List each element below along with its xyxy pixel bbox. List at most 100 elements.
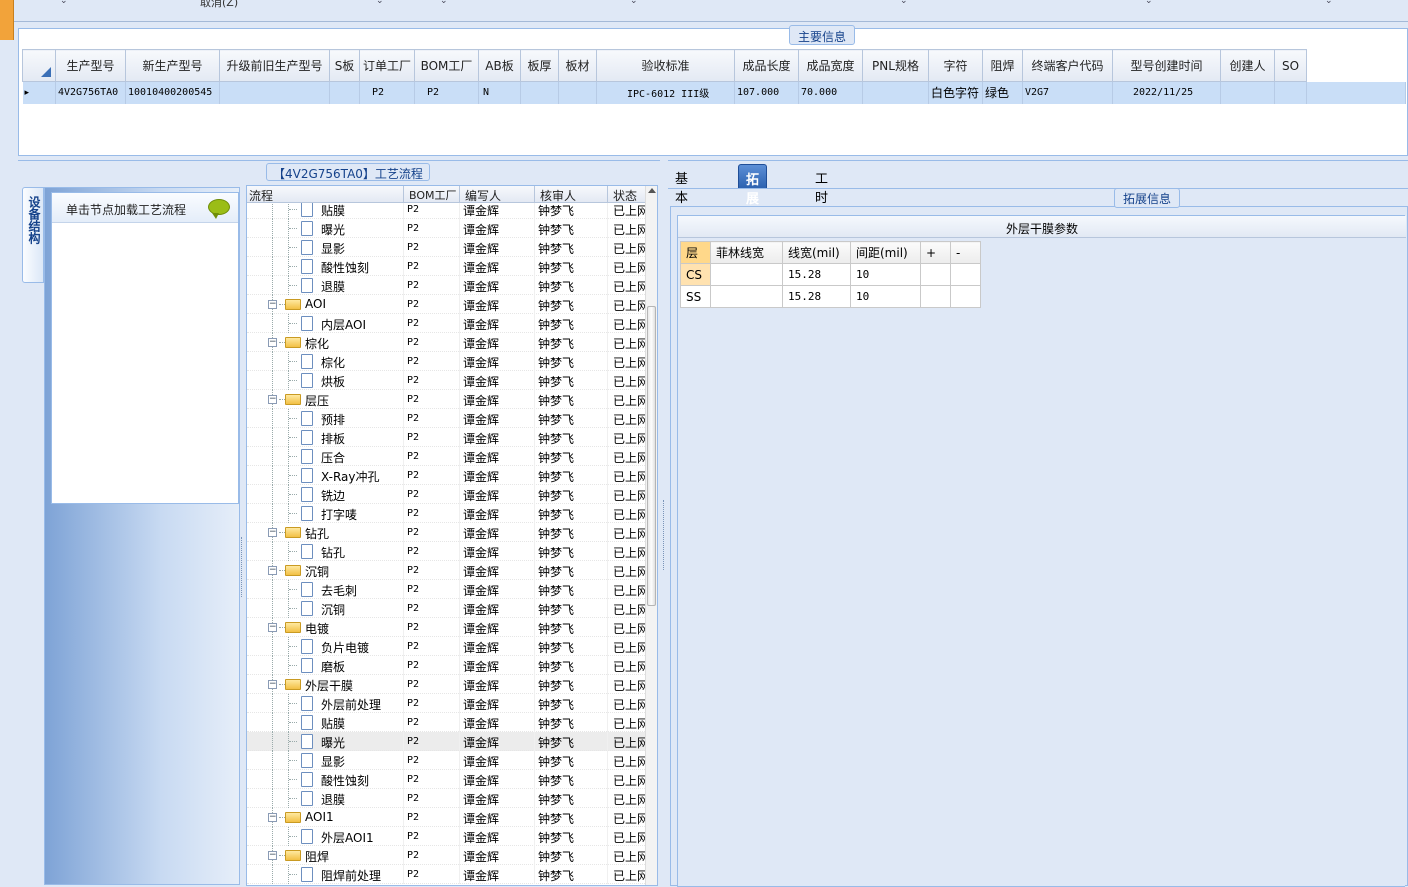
cell-bom-factory[interactable]: P2 (414, 81, 479, 104)
add-column-button[interactable]: + (920, 241, 951, 264)
col-bom-factory[interactable]: BOM工厂 (414, 49, 479, 82)
tree-row[interactable]: 显影 P2 谭金辉 钟梦飞 已上网 (247, 238, 647, 257)
cell-char[interactable]: 白色字符 (928, 81, 983, 104)
tree-row[interactable]: 烘板 P2 谭金辉 钟梦飞 已上网 (247, 371, 647, 390)
cell-pnl[interactable] (862, 81, 929, 104)
col-spacing[interactable]: 间距(mil) (850, 241, 921, 264)
tab-basic-info[interactable]: 基本信息 (668, 164, 695, 244)
cell-line-width[interactable]: 15.28 (782, 285, 851, 308)
tree-row[interactable]: 负片电镀 P2 谭金辉 钟梦飞 已上网 (247, 637, 647, 656)
col-writer[interactable]: 编写人 (465, 187, 501, 204)
collapse-toggle-icon[interactable]: − (268, 623, 277, 632)
cell-creator[interactable] (1220, 81, 1275, 104)
tree-row[interactable]: 磨板 P2 谭金辉 钟梦飞 已上网 (247, 656, 647, 675)
tree-row[interactable]: 曝光 P2 谭金辉 钟梦飞 已上网 (247, 732, 647, 751)
cell-layer[interactable]: SS (680, 285, 711, 308)
col-flow[interactable]: 流程 (249, 187, 273, 204)
col-layer[interactable]: 层 (680, 241, 711, 264)
tree-row[interactable]: 预排 P2 谭金辉 钟梦飞 已上网 (247, 409, 647, 428)
col-thickness[interactable]: 板厚 (520, 49, 559, 82)
col-ab-board[interactable]: AB板 (478, 49, 521, 82)
col-created[interactable]: 型号创建时间 (1112, 49, 1221, 82)
cell-layer[interactable]: CS (680, 263, 711, 286)
col-length[interactable]: 成品长度 (734, 49, 799, 82)
main-splitter[interactable] (660, 160, 668, 885)
col-new-model[interactable]: 新生产型号 (125, 49, 220, 82)
cell-film-width[interactable] (710, 263, 783, 286)
col-width[interactable]: 成品宽度 (798, 49, 863, 82)
cell-thickness[interactable] (520, 81, 559, 104)
tab-extended-info[interactable]: 拓展信息 (738, 164, 768, 245)
cell-customer[interactable]: V2G7 (1022, 81, 1113, 104)
dropdown-tick-icon[interactable]: ⌄ (440, 0, 448, 6)
cell-ab-board[interactable]: N (478, 81, 521, 104)
tree-row[interactable]: − AOI P2 谭金辉 钟梦飞 已上网 (247, 295, 647, 314)
cell-minus[interactable] (950, 285, 981, 308)
cell-spacing[interactable]: 10 (850, 285, 921, 308)
cell-order-factory[interactable]: P2 (359, 81, 415, 104)
tree-row[interactable]: 显影 P2 谭金辉 钟梦飞 已上网 (247, 751, 647, 770)
tree-row[interactable]: 打字唛 P2 谭金辉 钟梦飞 已上网 (247, 504, 647, 523)
tree-row[interactable]: 排板 P2 谭金辉 钟梦飞 已上网 (247, 428, 647, 447)
tree-row[interactable]: 内层AOI P2 谭金辉 钟梦飞 已上网 (247, 314, 647, 333)
dropdown-tick-icon[interactable]: ⌄ (376, 0, 384, 6)
cancel-button[interactable]: 取消(Z) (200, 0, 238, 10)
scroll-thumb[interactable] (647, 306, 656, 606)
col-so[interactable]: SO (1274, 49, 1307, 82)
tree-row[interactable]: − 电镀 P2 谭金辉 钟梦飞 已上网 (247, 618, 647, 637)
tree-row[interactable]: 铣边 P2 谭金辉 钟梦飞 已上网 (247, 485, 647, 504)
collapse-toggle-icon[interactable]: − (268, 813, 277, 822)
col-bom-factory[interactable]: BOM工厂 (409, 187, 457, 203)
cell-plus[interactable] (920, 263, 951, 286)
scroll-up-icon[interactable] (648, 188, 656, 193)
col-order-factory[interactable]: 订单工厂 (359, 49, 415, 82)
dropdown-tick-icon[interactable]: ⌄ (1325, 0, 1333, 6)
node-hint[interactable]: 单击节点加载工艺流程 (52, 193, 238, 223)
cell-width[interactable]: 70.000 (798, 81, 863, 104)
cell-prod-model[interactable]: 4V2G756TA0 (55, 81, 126, 104)
cell-old-model[interactable] (219, 81, 330, 104)
cell-created[interactable]: 2022/11/25 (1112, 81, 1221, 104)
remove-column-button[interactable]: - (950, 241, 981, 264)
tree-scrollbar[interactable] (645, 186, 657, 885)
tree-row[interactable]: 沉铜 P2 谭金辉 钟梦飞 已上网 (247, 599, 647, 618)
col-old-model[interactable]: 升级前旧生产型号 (219, 49, 330, 82)
tree-row[interactable]: 压合 P2 谭金辉 钟梦飞 已上网 (247, 447, 647, 466)
tab-work-hours[interactable]: 工时 (808, 164, 835, 206)
tree-row[interactable]: 曝光 P2 谭金辉 钟梦飞 已上网 (247, 219, 647, 238)
col-solder[interactable]: 阻焊 (982, 49, 1023, 82)
table-row[interactable]: ▸ 4V2G756TA0 10010400200545 P2 P2 N IPC-… (22, 81, 1406, 104)
cell-new-model[interactable]: 10010400200545 (125, 81, 220, 104)
tree-row[interactable]: − 钻孔 P2 谭金辉 钟梦飞 已上网 (247, 523, 647, 542)
col-line-width[interactable]: 线宽(mil) (782, 241, 851, 264)
tree-row[interactable]: − 阻焊 P2 谭金辉 钟梦飞 已上网 (247, 846, 647, 865)
dropdown-tick-icon[interactable]: ⌄ (630, 0, 638, 6)
tree-row[interactable]: 退膜 P2 谭金辉 钟梦飞 已上网 (247, 789, 647, 808)
col-char[interactable]: 字符 (928, 49, 983, 82)
collapse-toggle-icon[interactable]: − (268, 395, 277, 404)
col-reviewer[interactable]: 核审人 (540, 187, 576, 204)
tree-row[interactable]: − 沉铜 P2 谭金辉 钟梦飞 已上网 (247, 561, 647, 580)
dropdown-tick-icon[interactable]: ⌄ (60, 0, 68, 6)
cell-length[interactable]: 107.000 (734, 81, 799, 104)
col-standard[interactable]: 验收标准 (596, 49, 735, 82)
tree-row[interactable]: X-Ray冲孔 P2 谭金辉 钟梦飞 已上网 (247, 466, 647, 485)
tree-row[interactable]: 贴膜 P2 谭金辉 钟梦飞 已上网 (247, 713, 647, 732)
collapse-toggle-icon[interactable]: − (268, 566, 277, 575)
tree-row[interactable]: 酸性蚀刻 P2 谭金辉 钟梦飞 已上网 (247, 770, 647, 789)
col-prod-model[interactable]: 生产型号 (55, 49, 126, 82)
collapse-toggle-icon[interactable]: − (268, 851, 277, 860)
cell-s-board[interactable] (329, 81, 360, 104)
tree-row[interactable]: 去毛刺 P2 谭金辉 钟梦飞 已上网 (247, 580, 647, 599)
cell-spacing[interactable]: 10 (850, 263, 921, 286)
col-pnl[interactable]: PNL规格 (862, 49, 929, 82)
table-row[interactable]: CS 15.28 10 (680, 263, 981, 286)
tree-row[interactable]: − AOI1 P2 谭金辉 钟梦飞 已上网 (247, 808, 647, 827)
tree-row[interactable]: 外层前处理 P2 谭金辉 钟梦飞 已上网 (247, 694, 647, 713)
col-s-board[interactable]: S板 (329, 49, 360, 82)
cell-material[interactable] (558, 81, 597, 104)
col-customer[interactable]: 终端客户代码 (1022, 49, 1113, 82)
col-material[interactable]: 板材 (558, 49, 597, 82)
col-film-width[interactable]: 菲林线宽 (710, 241, 783, 264)
dropdown-tick-icon[interactable]: ⌄ (1145, 0, 1153, 6)
